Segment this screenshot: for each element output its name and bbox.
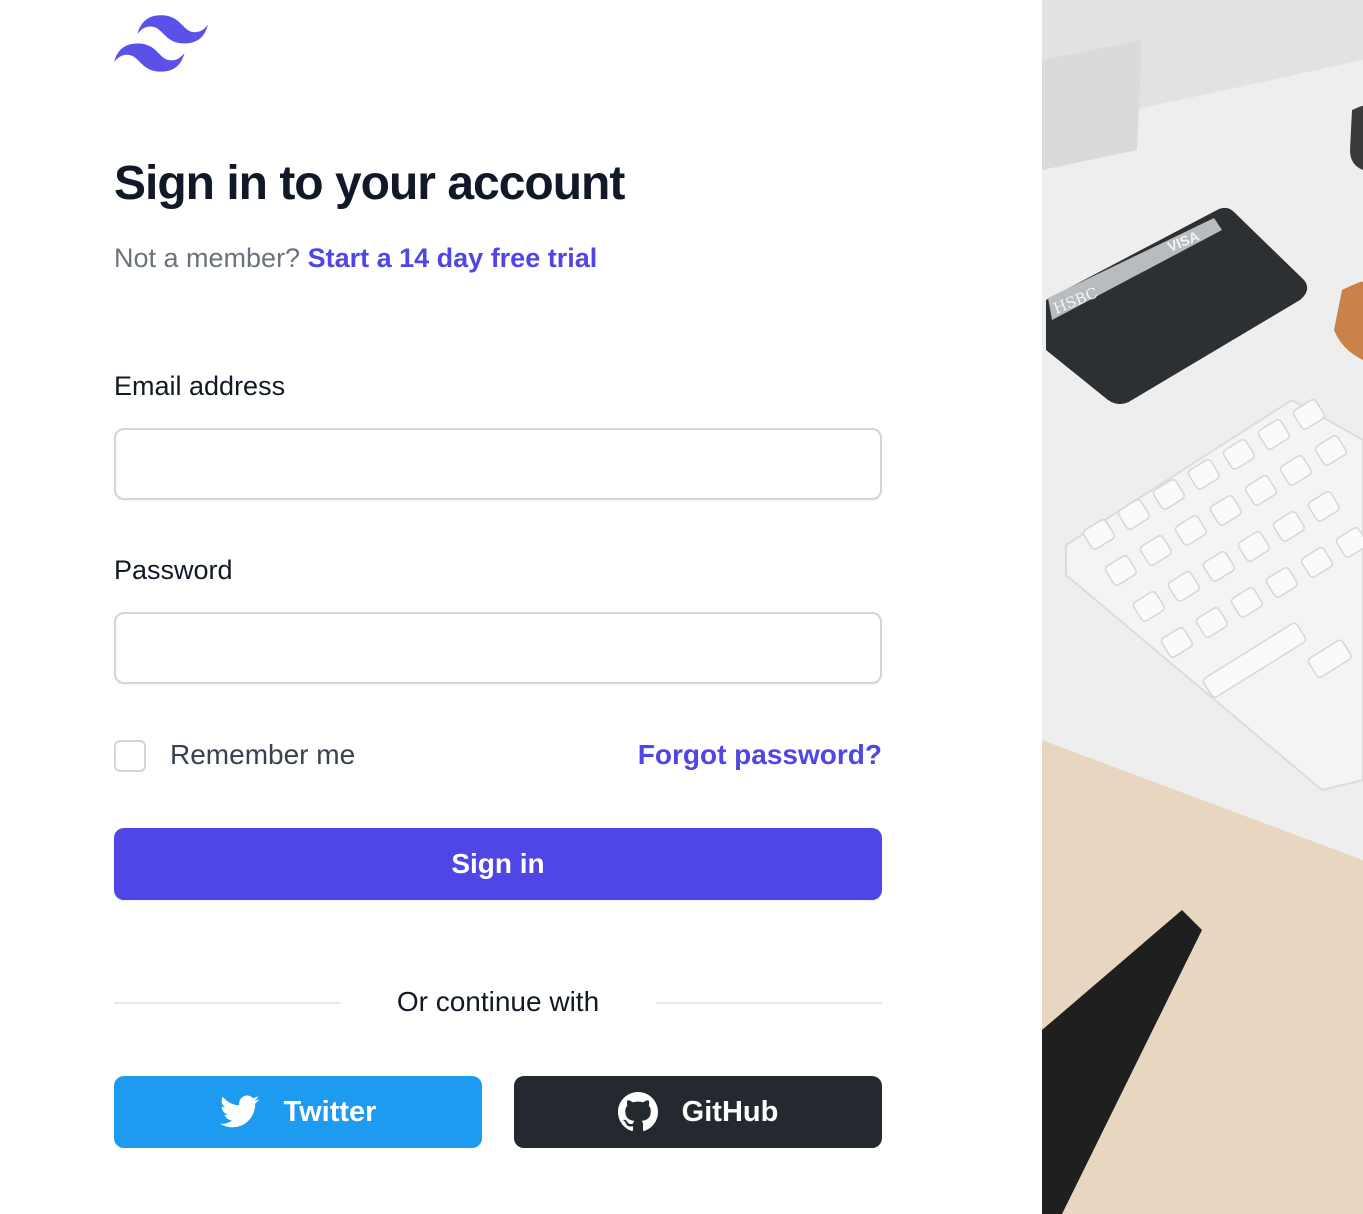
sign-in-page: Sign in to your account Not a member? St… (0, 0, 1363, 1214)
desk-photo: HSBC VISA (1042, 0, 1363, 1214)
page-title: Sign in to your account (114, 157, 625, 210)
remember-me-checkbox[interactable] (114, 740, 146, 772)
password-label: Password (114, 555, 233, 585)
continue-with-text: Or continue with (396, 986, 600, 1017)
forgot-password-link[interactable]: Forgot password? (638, 739, 882, 771)
twitter-label: Twitter (283, 1095, 377, 1128)
not-member-text: Not a member? (114, 243, 301, 273)
github-icon (617, 1092, 658, 1132)
sign-in-panel: Sign in to your account Not a member? St… (0, 0, 1042, 1214)
desk-illustration: HSBC VISA (1042, 0, 1363, 1214)
github-label: GitHub (681, 1095, 779, 1128)
free-trial-link[interactable]: Start a 14 day free trial (308, 243, 598, 273)
divider-right (656, 1002, 882, 1004)
twitter-signin-button[interactable]: Twitter (114, 1076, 482, 1148)
email-label: Email address (114, 371, 286, 401)
sign-in-button[interactable]: Sign in (114, 828, 882, 900)
remember-me-label[interactable]: Remember me (170, 739, 355, 771)
twitter-bird-icon (219, 1095, 259, 1128)
signup-prompt: Not a member? Start a 14 day free trial (114, 243, 597, 274)
github-signin-button[interactable]: GitHub (514, 1076, 882, 1148)
tailwind-logo-icon (114, 15, 208, 72)
password-field[interactable] (114, 612, 882, 684)
divider-left (114, 1002, 340, 1004)
email-field[interactable] (114, 428, 882, 500)
